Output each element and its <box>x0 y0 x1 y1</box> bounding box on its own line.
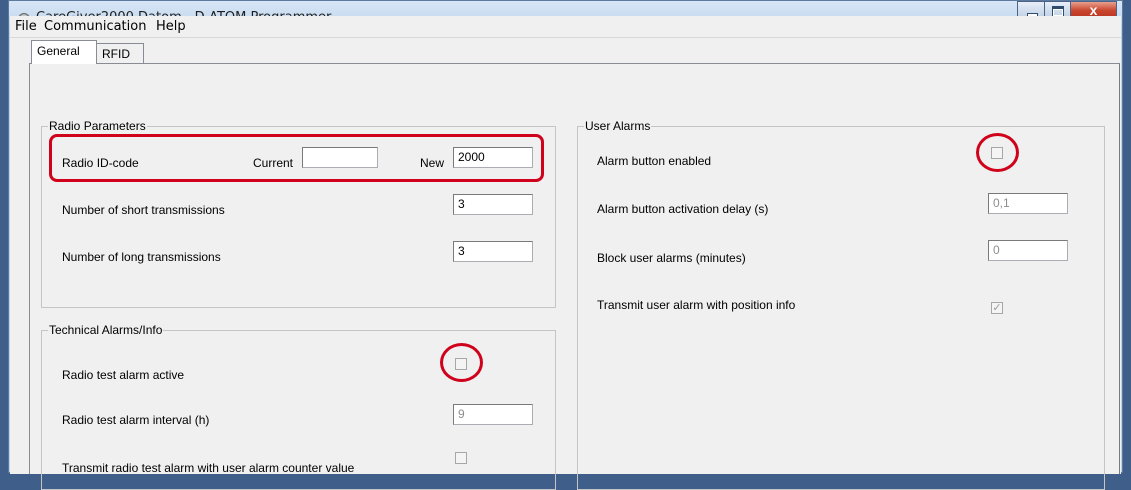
menu-bar: File Communication Help <box>10 16 1121 38</box>
user-alarms-title: User Alarms <box>584 119 652 133</box>
radio-parameters-title: Radio Parameters <box>48 119 147 133</box>
tab-rfid[interactable]: RFID <box>96 43 144 63</box>
long-transmissions-label: Number of long transmissions <box>62 250 221 264</box>
tab-general[interactable]: General <box>31 40 97 64</box>
menu-help[interactable]: Help <box>156 19 186 34</box>
radio-test-interval-field[interactable]: 9 <box>453 404 533 425</box>
activation-delay-label: Alarm button activation delay (s) <box>597 202 769 216</box>
position-info-checkbox[interactable]: ✓ <box>991 302 1003 314</box>
radio-test-alarm-label: Radio test alarm active <box>62 368 185 382</box>
new-label: New <box>420 156 445 170</box>
menu-communication[interactable]: Communication <box>44 19 146 34</box>
radio-test-interval-label: Radio test alarm interval (h) <box>62 413 210 427</box>
long-transmissions-field[interactable]: 3 <box>453 241 533 262</box>
alarm-button-enabled-label: Alarm button enabled <box>597 154 712 168</box>
app-window: CareGiver2000.Datom - D-ATOM Programmer … <box>8 0 1123 490</box>
tab-panel-general: Radio Parameters Radio ID-code Current N… <box>29 63 1120 490</box>
technical-alarms-title: Technical Alarms/Info <box>48 323 164 337</box>
counter-value-checkbox[interactable] <box>455 452 467 464</box>
short-transmissions-field[interactable]: 3 <box>453 194 533 215</box>
radio-id-label: Radio ID-code <box>62 156 139 170</box>
block-user-alarms-field[interactable]: 0 <box>988 240 1068 261</box>
current-label: Current <box>253 156 294 170</box>
current-id-field[interactable] <box>302 147 378 168</box>
position-info-label: Transmit user alarm with position info <box>597 298 796 312</box>
activation-delay-field[interactable]: 0,1 <box>988 193 1068 214</box>
short-transmissions-label: Number of short transmissions <box>62 203 225 217</box>
new-id-field[interactable]: 2000 <box>453 147 533 168</box>
radio-test-alarm-checkbox[interactable] <box>455 358 467 370</box>
alarm-button-enabled-checkbox[interactable] <box>991 147 1003 159</box>
menu-file[interactable]: File <box>15 19 37 34</box>
block-user-alarms-label: Block user alarms (minutes) <box>597 251 746 265</box>
